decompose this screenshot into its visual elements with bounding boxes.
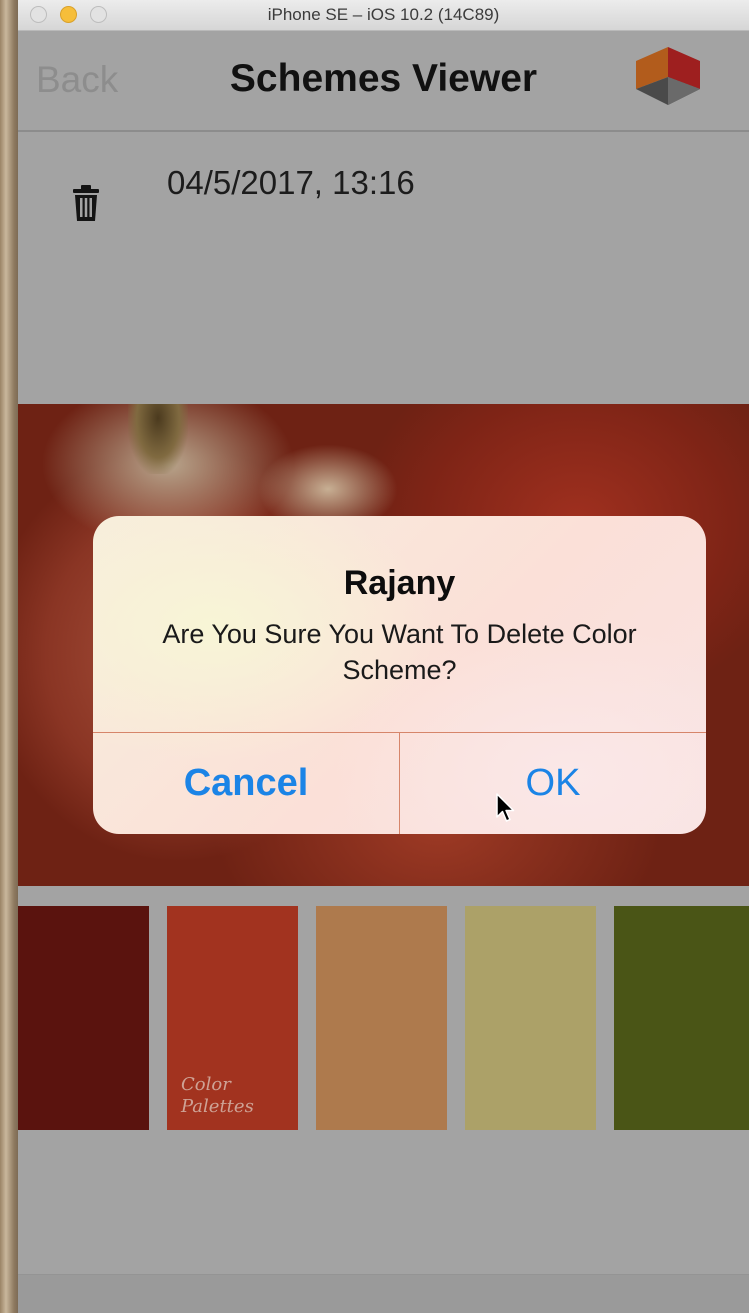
palette-swatch[interactable] (614, 906, 749, 1130)
scheme-header-row: 04/5/2017, 13:16 (18, 132, 749, 402)
ok-button[interactable]: OK (400, 733, 706, 834)
window-title: iPhone SE – iOS 10.2 (14C89) (267, 5, 500, 24)
mouse-pointer-icon (496, 793, 515, 822)
palette-swatch[interactable] (18, 906, 149, 1130)
palette-watermark: Color Palettes (181, 1074, 254, 1118)
watermark-line-1: Color (181, 1074, 231, 1095)
cancel-button[interactable]: Cancel (93, 733, 399, 834)
alert-message: Are You Sure You Want To Delete Color Sc… (162, 619, 637, 685)
palette-swatch[interactable] (465, 906, 596, 1130)
apple-stem-detail (128, 404, 188, 474)
trash-icon[interactable] (71, 183, 101, 223)
watermark-line-2: Palettes (181, 1096, 254, 1117)
delete-confirmation-alert: Rajany Are You Sure You Want To Delete C… (93, 516, 706, 834)
navigation-bar: Back Schemes Viewer (18, 31, 749, 132)
alert-title: Rajany (343, 564, 456, 602)
simulator-window: iPhone SE – iOS 10.2 (14C89) Back Scheme… (18, 0, 749, 1313)
palette-swatch[interactable] (316, 906, 447, 1130)
cube-logo-icon[interactable] (630, 43, 706, 109)
scheme-date: 04/5/2017, 13:16 (167, 164, 415, 201)
color-palette: Color Palettes (18, 906, 749, 1131)
desktop-background: iPhone SE – iOS 10.2 (14C89) Back Scheme… (0, 0, 749, 1313)
window-titlebar: iPhone SE – iOS 10.2 (14C89) (18, 0, 749, 31)
bottom-bar (18, 1274, 749, 1313)
palette-swatch[interactable]: Color Palettes (167, 906, 298, 1130)
